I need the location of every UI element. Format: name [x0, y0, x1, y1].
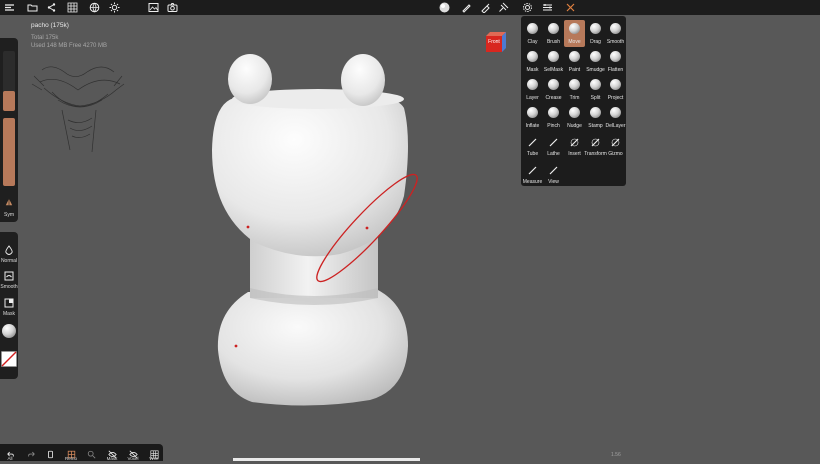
tool-label: Flatten — [607, 67, 624, 73]
redo-icon — [27, 451, 35, 457]
mask-icon — [527, 51, 538, 62]
gizmo-icon — [610, 135, 621, 147]
crease-icon — [548, 79, 559, 90]
undo-button[interactable]: All — [1, 446, 19, 464]
voxel-button[interactable]: Voxel — [124, 446, 142, 464]
model-ear-right — [341, 54, 385, 106]
tube-icon — [527, 135, 538, 147]
smudge-icon — [590, 51, 601, 62]
device-button[interactable] — [41, 446, 59, 464]
search-icon — [87, 450, 95, 459]
wireframe-button[interactable]: Wire — [145, 446, 163, 464]
stroke-point — [365, 226, 369, 230]
clay-icon — [527, 23, 538, 34]
bottom-label: Wire — [149, 456, 159, 461]
tool-label: Smooth — [606, 39, 625, 45]
tool-label: Project — [607, 95, 624, 101]
tool-view[interactable]: View — [543, 160, 564, 187]
model-ear-left — [228, 54, 272, 104]
transform-icon — [590, 135, 601, 147]
selmask-icon — [548, 51, 559, 62]
bottom-label: Mask — [106, 456, 118, 461]
view-cube-label: Front — [488, 39, 500, 45]
bottom-label: Voxel — [127, 456, 139, 461]
model-body — [217, 290, 408, 406]
frame-value: 1.56 — [611, 452, 621, 458]
redo-button[interactable] — [22, 446, 40, 464]
bottom-label: Remo — [64, 456, 77, 461]
stroke-point — [234, 344, 238, 348]
layer-icon — [527, 79, 538, 90]
tool-project[interactable]: Project — [605, 76, 626, 103]
split-icon — [590, 79, 601, 90]
measure-icon — [527, 163, 538, 175]
smooth-icon — [610, 23, 621, 34]
tool-flatten[interactable]: Flatten — [605, 48, 626, 75]
inflate-icon — [527, 107, 538, 118]
dellayer-icon — [610, 107, 621, 118]
stroke-point — [246, 225, 250, 229]
paint-icon — [569, 51, 580, 62]
tool-dellayer[interactable]: DelLayer — [605, 104, 626, 131]
tool-label: View — [548, 179, 559, 185]
insert-icon — [569, 135, 580, 147]
model-head — [212, 90, 408, 257]
tool-gizmo[interactable]: Gizmo — [605, 132, 626, 159]
nudge-icon — [569, 107, 580, 118]
pinch-icon — [548, 107, 559, 118]
sculpt-viewport[interactable] — [0, 0, 820, 461]
lathe-icon — [548, 135, 559, 147]
project-icon — [610, 79, 621, 90]
drag-icon — [590, 23, 601, 34]
tool-label: Gizmo — [608, 151, 623, 157]
remesh-button[interactable]: Remo — [62, 446, 80, 464]
search-button[interactable] — [82, 446, 100, 464]
tool-smooth[interactable]: Smooth — [605, 20, 626, 47]
tool-label: DelLayer — [605, 123, 626, 129]
stamp-icon — [590, 107, 601, 118]
view-icon — [548, 163, 559, 175]
move-icon — [569, 23, 580, 34]
trim-icon — [569, 79, 580, 90]
brush-icon — [548, 23, 559, 34]
mask-visibility-button[interactable]: Mask — [103, 446, 121, 464]
flatten-icon — [610, 51, 621, 62]
bottom-label: All — [7, 456, 13, 461]
device-icon — [47, 450, 53, 459]
